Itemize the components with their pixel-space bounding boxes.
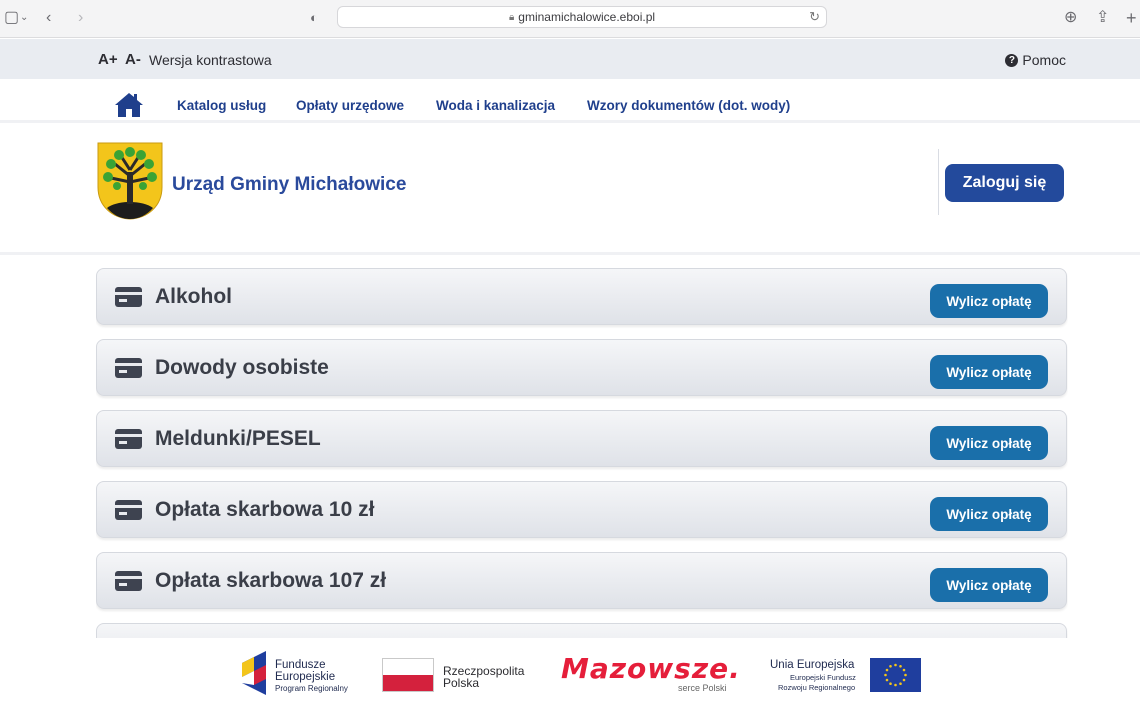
organization-name[interactable]: Urząd Gminy Michałowice [172, 174, 406, 196]
nav-catalog[interactable]: Katalog usług [177, 98, 266, 113]
fee-title: Dowody osobiste [155, 356, 329, 379]
shield-icon[interactable]: ◐ [310, 8, 318, 28]
rp-text-line2: Polska [443, 676, 480, 690]
poland-flag [382, 658, 434, 692]
divider [938, 149, 939, 215]
lock-icon: 🔒︎ [508, 11, 515, 23]
site-header: Urząd Gminy Michałowice Zaloguj się [0, 125, 1140, 255]
mazowsze-tagline: serce Polski [678, 683, 727, 693]
fe-text-line2: Europejskie [275, 671, 336, 683]
ue-text-line1: Unia Europejska [770, 659, 855, 671]
forward-icon[interactable]: › [78, 8, 83, 28]
calculate-fee-button[interactable]: Wylicz opłatę [930, 355, 1048, 389]
credit-card-icon [115, 287, 142, 307]
new-tab-icon[interactable]: + [1126, 8, 1137, 28]
ue-text-line3: Rozwoju Regionalnego [778, 683, 856, 692]
ue-text-line2: Europejski Fundusz [790, 673, 856, 682]
calculate-fee-button[interactable]: Wylicz opłatę [930, 284, 1048, 318]
contrast-toggle[interactable]: Wersja kontrastowa [149, 52, 272, 68]
chevron-down-icon[interactable]: ⌄ [20, 8, 28, 28]
nav-fees[interactable]: Opłaty urzędowe [296, 98, 404, 113]
accessibility-bar: A+ A- Wersja kontrastowa ? Pomoc [0, 39, 1140, 79]
back-icon[interactable]: ‹ [46, 8, 51, 28]
fee-list: Alkohol Wylicz opłatę Dowody osobiste Wy… [96, 268, 1068, 640]
help-link[interactable]: ? Pomoc [1005, 52, 1066, 68]
nav-templates[interactable]: Wzory dokumentów (dot. wody) [587, 98, 790, 113]
reload-icon[interactable]: ↻ [809, 9, 820, 25]
calculate-fee-button[interactable]: Wylicz opłatę [930, 426, 1048, 460]
credit-card-icon [115, 358, 142, 378]
eu-funds-logo [242, 651, 266, 695]
fee-title: Alkohol [155, 285, 232, 308]
font-decrease-button[interactable]: A- [125, 51, 141, 68]
fee-title: Meldunki/PESEL [155, 427, 321, 450]
mazowsze-logo: Mazowsze. [561, 652, 741, 685]
fee-title: Opłata skarbowa 10 zł [155, 498, 375, 521]
share-icon[interactable]: ⇪ [1096, 8, 1109, 28]
url-field[interactable]: 🔒︎ gminamichalowice.eboi.pl ↻ [337, 6, 827, 28]
fee-title: Opłata skarbowa 107 zł [155, 569, 387, 592]
nav-water[interactable]: Woda i kanalizacja [436, 98, 555, 113]
sidebar-toggle-icon[interactable]: ▢ [4, 8, 19, 28]
main-nav: Katalog usług Opłaty urzędowe Woda i kan… [0, 79, 1140, 123]
browser-toolbar: ▢ ⌄ ‹ › ◐ 🔒︎ gminamichalowice.eboi.pl ↻ … [0, 0, 1140, 38]
fee-row-skarbowa-10[interactable]: Opłata skarbowa 10 zł Wylicz opłatę [96, 481, 1067, 538]
credit-card-icon [115, 500, 142, 520]
footer-logos: Fundusze Europejskie Program Regionalny … [0, 638, 1140, 712]
credit-card-icon [115, 571, 142, 591]
login-button[interactable]: Zaloguj się [945, 164, 1064, 202]
download-icon[interactable]: ⊕ [1064, 8, 1077, 28]
calculate-fee-button[interactable]: Wylicz opłatę [930, 568, 1048, 602]
help-label: Pomoc [1022, 52, 1066, 68]
fee-row-alkohol[interactable]: Alkohol Wylicz opłatę [96, 268, 1067, 325]
fe-text-line3: Program Regionalny [275, 684, 348, 693]
coat-of-arms-logo[interactable] [97, 142, 163, 220]
fe-text-line1: Fundusze [275, 659, 326, 671]
font-increase-button[interactable]: A+ [98, 51, 118, 68]
fee-row-dowody[interactable]: Dowody osobiste Wylicz opłatę [96, 339, 1067, 396]
calculate-fee-button[interactable]: Wylicz opłatę [930, 497, 1048, 531]
credit-card-icon [115, 429, 142, 449]
home-icon[interactable] [114, 92, 144, 118]
question-icon: ? [1005, 53, 1019, 67]
eu-flag [870, 658, 921, 692]
url-text: gminamichalowice.eboi.pl [518, 10, 656, 24]
fee-row-meldunki[interactable]: Meldunki/PESEL Wylicz opłatę [96, 410, 1067, 467]
fee-row-skarbowa-107[interactable]: Opłata skarbowa 107 zł Wylicz opłatę [96, 552, 1067, 609]
